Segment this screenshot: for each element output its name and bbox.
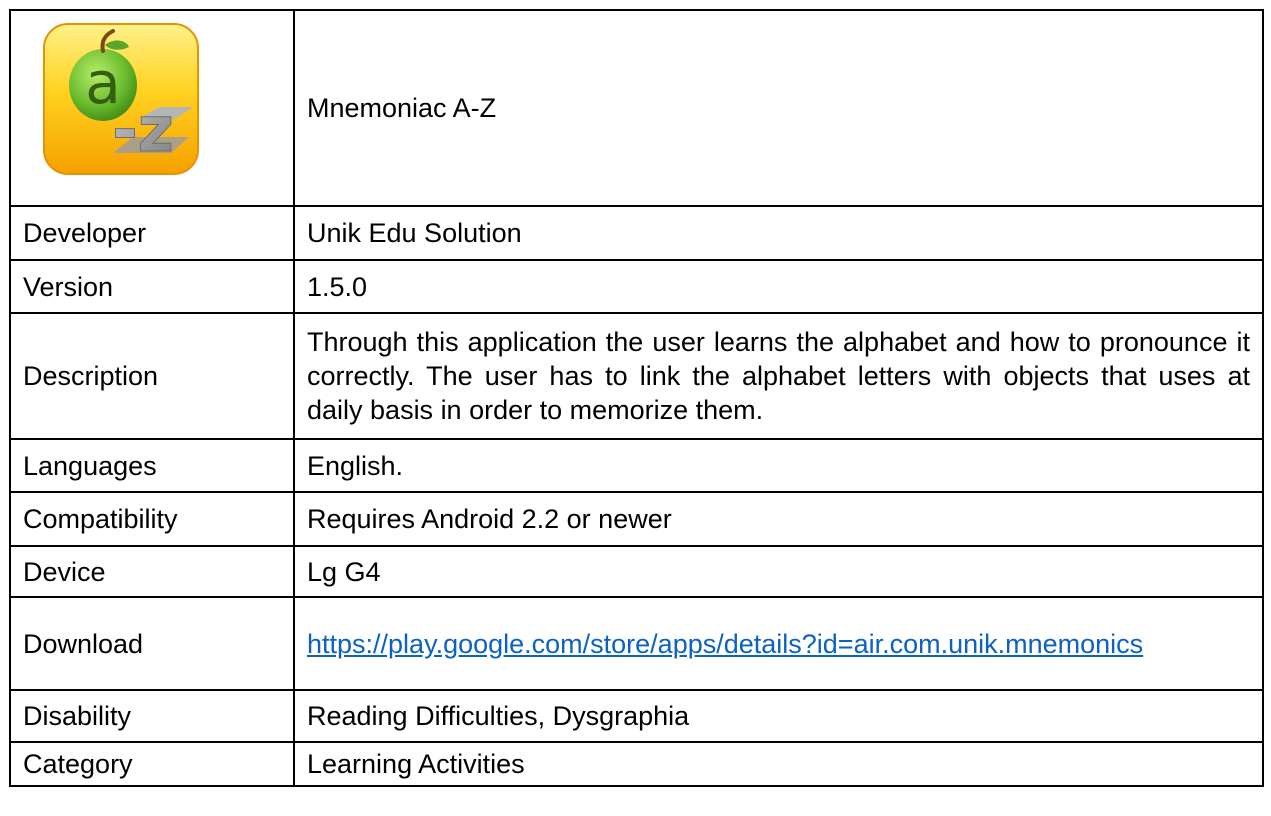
download-link-cell: https://play.google.com/store/apps/detai… bbox=[293, 596, 1264, 691]
row-label: Languages bbox=[9, 438, 295, 493]
row-label: Download bbox=[9, 596, 295, 691]
row-value: Reading Difficulties, Dysgraphia bbox=[293, 689, 1264, 743]
row-value: Through this application the user learns… bbox=[293, 312, 1264, 440]
table-row-version: Version 1.5.0 bbox=[9, 259, 1264, 314]
row-label: Compatibility bbox=[9, 491, 295, 547]
mnemoniac-a-z-app-icon: a -z bbox=[43, 23, 199, 175]
row-value: Lg G4 bbox=[293, 545, 1264, 598]
app-header-row: a -z Mnemoniac A-Z bbox=[9, 9, 1264, 207]
table-row-languages: Languages English. bbox=[9, 438, 1264, 493]
table-row-download: Download https://play.google.com/store/a… bbox=[9, 596, 1264, 691]
row-label: Developer bbox=[9, 205, 295, 261]
app-logo-cell: a -z bbox=[9, 9, 295, 207]
download-link[interactable]: https://play.google.com/store/apps/detai… bbox=[307, 629, 1143, 659]
app-name: Mnemoniac A-Z bbox=[293, 9, 1264, 207]
app-info-table: a -z Mnemoniac A-Z Developer Unik Edu So… bbox=[9, 9, 1264, 787]
table-row-disability: Disability Reading Difficulties, Dysgrap… bbox=[9, 689, 1264, 743]
row-label: Description bbox=[9, 312, 295, 440]
table-row-device: Device Lg G4 bbox=[9, 545, 1264, 598]
row-value: Requires Android 2.2 or newer bbox=[293, 491, 1264, 547]
row-value: 1.5.0 bbox=[293, 259, 1264, 314]
icon-letter-z: -z bbox=[112, 93, 174, 166]
row-value: English. bbox=[293, 438, 1264, 493]
row-label: Device bbox=[9, 545, 295, 598]
row-label: Version bbox=[9, 259, 295, 314]
row-value: Learning Activities bbox=[293, 741, 1264, 787]
row-label: Disability bbox=[9, 689, 295, 743]
row-label: Category bbox=[9, 741, 295, 787]
table-row-compatibility: Compatibility Requires Android 2.2 or ne… bbox=[9, 491, 1264, 547]
table-row-developer: Developer Unik Edu Solution bbox=[9, 205, 1264, 261]
table-row-category: Category Learning Activities bbox=[9, 741, 1264, 787]
row-value: Unik Edu Solution bbox=[293, 205, 1264, 261]
table-row-description: Description Through this application the… bbox=[9, 312, 1264, 440]
